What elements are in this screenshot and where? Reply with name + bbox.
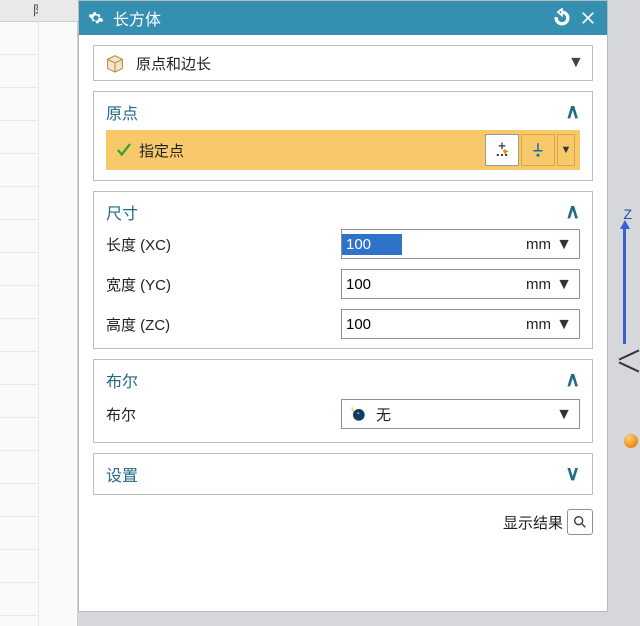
type-label: 原点和边长 bbox=[136, 53, 568, 74]
show-result-label: 显示结果 bbox=[503, 512, 563, 533]
boolean-field[interactable]: 无 bbox=[341, 399, 580, 429]
chevron-down-icon: ∨ bbox=[565, 464, 580, 484]
grid-vline bbox=[38, 0, 39, 626]
dim-label: 长度 (XC) bbox=[106, 234, 341, 255]
section-settings: 设置 ∨ bbox=[93, 453, 593, 495]
cube-icon bbox=[104, 52, 126, 74]
block-dialog: 长方体 原点和边长 ▼ 原点 ∧ bbox=[78, 0, 608, 612]
section-origin-title: 原点 bbox=[106, 100, 565, 124]
none-icon bbox=[348, 404, 368, 424]
point-dialog-button[interactable] bbox=[485, 134, 519, 166]
axis-hint bbox=[619, 361, 640, 372]
specify-point-label: 指定点 bbox=[139, 140, 483, 161]
dim-label: 宽度 (YC) bbox=[106, 274, 341, 295]
chevron-down-icon[interactable]: ▼ bbox=[556, 406, 572, 424]
width-input[interactable] bbox=[342, 274, 402, 295]
chevron-up-icon: ∧ bbox=[565, 102, 580, 122]
inferred-point-button[interactable] bbox=[521, 134, 555, 166]
axis-hint bbox=[619, 349, 640, 360]
viewport: Z bbox=[608, 34, 640, 626]
section-boolean-header[interactable]: 布尔 ∧ bbox=[106, 368, 580, 392]
boolean-value: 无 bbox=[376, 404, 573, 425]
section-boolean: 布尔 ∧ 布尔 无 bbox=[93, 359, 593, 443]
section-boolean-title: 布尔 bbox=[106, 368, 565, 392]
boolean-row: 布尔 无 ▼ bbox=[106, 394, 580, 434]
close-icon[interactable] bbox=[575, 5, 601, 31]
chevron-down-icon[interactable]: ▼ bbox=[556, 316, 572, 334]
z-axis-line bbox=[623, 224, 626, 344]
check-icon bbox=[115, 141, 133, 159]
chevron-up-icon: ∧ bbox=[565, 202, 580, 222]
show-result[interactable]: 显示结果 bbox=[503, 509, 593, 535]
section-dimensions: 尺寸 ∧ 长度 (XC) mm ▼ 宽度 (YC) bbox=[93, 191, 593, 349]
section-settings-header[interactable]: 设置 ∨ bbox=[106, 462, 580, 486]
dim-label: 高度 (ZC) bbox=[106, 314, 341, 335]
dim-row-height: 高度 (ZC) mm ▼ bbox=[106, 304, 580, 344]
section-dimensions-title: 尺寸 bbox=[106, 200, 565, 224]
dim-row-width: 宽度 (YC) mm ▼ bbox=[106, 264, 580, 304]
unit-label[interactable]: mm bbox=[402, 236, 579, 253]
section-origin: 原点 ∧ 指定点 bbox=[93, 91, 593, 181]
origin-ball-icon bbox=[624, 434, 638, 448]
magnify-icon[interactable] bbox=[567, 509, 593, 535]
dim-field-length[interactable]: mm bbox=[341, 229, 580, 259]
bottom-row: 显示结果 bbox=[79, 503, 607, 535]
gear-icon[interactable] bbox=[87, 9, 105, 27]
boolean-label: 布尔 bbox=[106, 404, 341, 425]
dim-field-height[interactable]: mm bbox=[341, 309, 580, 339]
section-origin-header[interactable]: 原点 ∧ bbox=[106, 100, 580, 124]
section-dimensions-header[interactable]: 尺寸 ∧ bbox=[106, 200, 580, 224]
specify-point-row[interactable]: 指定点 ▼ bbox=[106, 130, 580, 170]
chevron-down-icon: ▼ bbox=[568, 54, 582, 72]
type-selector[interactable]: 原点和边长 ▼ bbox=[93, 45, 593, 81]
reset-icon[interactable] bbox=[549, 5, 575, 31]
tree-strip: 阝 bbox=[0, 0, 78, 626]
dialog-title: 长方体 bbox=[113, 6, 549, 30]
chevron-up-icon: ∧ bbox=[565, 370, 580, 390]
height-input[interactable] bbox=[342, 314, 402, 335]
unit-label[interactable]: mm bbox=[402, 316, 579, 333]
dim-field-width[interactable]: mm bbox=[341, 269, 580, 299]
dim-row-length: 长度 (XC) mm ▼ bbox=[106, 224, 580, 264]
unit-label[interactable]: mm bbox=[402, 276, 579, 293]
chevron-down-icon[interactable]: ▼ bbox=[556, 276, 572, 294]
section-settings-title: 设置 bbox=[106, 462, 565, 486]
chevron-down-icon[interactable]: ▼ bbox=[556, 236, 572, 254]
inferred-point-dropdown[interactable]: ▼ bbox=[557, 134, 575, 166]
dialog-body: 原点和边长 ▼ 原点 ∧ 指定点 bbox=[79, 35, 607, 503]
length-input[interactable] bbox=[342, 234, 402, 255]
grid-rows bbox=[0, 22, 38, 616]
titlebar: 长方体 bbox=[79, 1, 607, 35]
tree-header: 阝 bbox=[0, 0, 78, 22]
